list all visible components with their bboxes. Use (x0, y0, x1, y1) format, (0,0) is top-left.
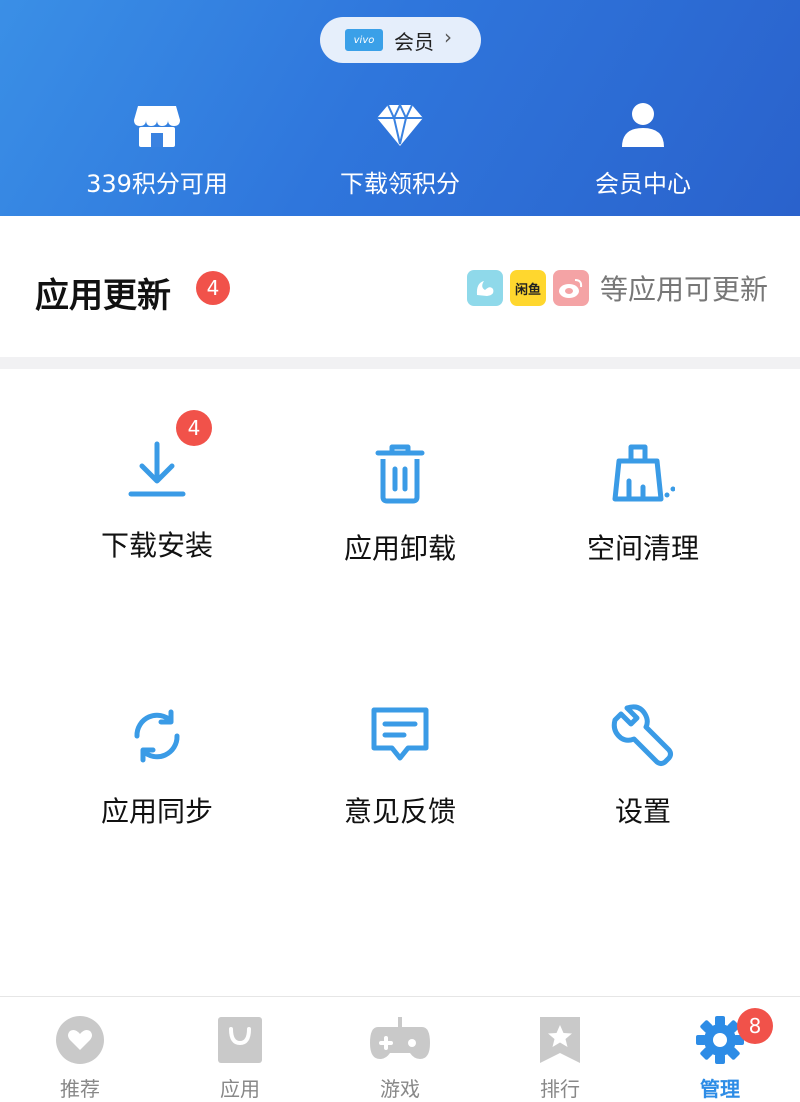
download-count-badge: 4 (176, 410, 212, 446)
points-available-button[interactable]: 339积分可用 (37, 100, 277, 199)
nav-tab-games-label: 游戏 (380, 1077, 420, 1101)
chevron-right-icon: › (444, 25, 452, 49)
settings-button[interactable]: 设置 (523, 704, 763, 830)
nav-tab-games[interactable]: 游戏 (320, 1015, 480, 1102)
app-sync-label: 应用同步 (100, 795, 213, 828)
update-app-icons: 闲鱼 等应用可更新 (466, 268, 768, 308)
uc-browser-icon (466, 270, 503, 306)
weibo-icon (552, 270, 589, 306)
diamond-icon (375, 100, 425, 150)
nav-tab-apps-label: 应用 (220, 1077, 260, 1101)
earn-points-button[interactable]: 下载领积分 (280, 100, 520, 199)
app-updates-row[interactable]: 应用更新 闲鱼 等应用可更新 (0, 216, 800, 358)
sync-icon (125, 704, 189, 768)
member-center-button[interactable]: 会员中心 (523, 100, 763, 199)
download-install-button[interactable]: 下载安装 (37, 438, 277, 564)
nav-tab-ranking[interactable]: 排行 (480, 1015, 640, 1102)
download-icon (125, 438, 189, 502)
nav-tab-ranking-label: 排行 (540, 1077, 580, 1101)
earn-points-label: 下载领积分 (340, 170, 460, 198)
updates-count-badge: 4 (196, 271, 230, 305)
settings-label: 设置 (614, 795, 671, 828)
manage-count-badge: 8 (737, 1008, 773, 1044)
nav-tab-recommend-label: 推荐 (60, 1077, 100, 1101)
updates-summary: 等应用可更新 (599, 273, 768, 306)
member-center-label: 会员中心 (595, 170, 691, 198)
feedback-icon (368, 704, 432, 768)
points-label: 339积分可用 (86, 170, 228, 198)
download-install-label: 下载安装 (100, 529, 213, 562)
bag-icon (215, 1015, 265, 1065)
nav-tab-recommend[interactable]: 推荐 (0, 1015, 160, 1102)
member-pill-button[interactable]: vivo 会员 › (320, 17, 481, 63)
gamepad-icon (370, 1015, 430, 1065)
vivo-logo: vivo (345, 29, 383, 51)
member-label: 会员 (394, 30, 434, 54)
ranking-icon (535, 1015, 585, 1065)
nav-tab-manage-label: 管理 (700, 1077, 740, 1101)
xianyu-icon: 闲鱼 (509, 270, 546, 306)
broom-icon (611, 441, 676, 505)
bottom-nav: 推荐 应用 游戏 排行 管理 (0, 996, 800, 1101)
feedback-button[interactable]: 意见反馈 (280, 704, 520, 830)
store-icon (132, 100, 182, 150)
wrench-icon (611, 704, 675, 768)
trash-icon (368, 441, 432, 505)
nav-tab-manage[interactable]: 管理 (640, 1015, 800, 1102)
section-divider (0, 357, 800, 369)
app-sync-button[interactable]: 应用同步 (37, 704, 277, 830)
app-uninstall-label: 应用卸载 (343, 532, 456, 565)
heart-icon (55, 1015, 105, 1065)
app-updates-title: 应用更新 (35, 276, 171, 316)
member-header: vivo 会员 › 339积分可用 下载领积分 会员中心 (0, 0, 800, 216)
user-icon (618, 100, 668, 150)
feedback-label: 意见反馈 (343, 795, 456, 828)
space-cleanup-button[interactable]: 空间清理 (523, 441, 763, 567)
nav-tab-apps[interactable]: 应用 (160, 1015, 320, 1102)
space-cleanup-label: 空间清理 (586, 532, 699, 565)
app-uninstall-button[interactable]: 应用卸载 (280, 441, 520, 567)
